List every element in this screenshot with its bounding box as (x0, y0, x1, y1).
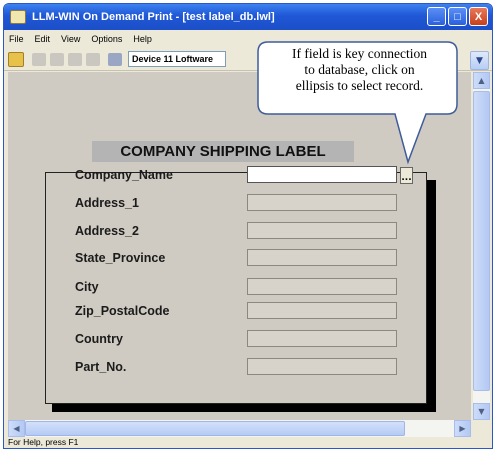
vertical-scrollbar[interactable]: ▲ ▼ (473, 72, 490, 420)
menu-file[interactable]: File (9, 34, 24, 44)
callout-line: to database, click on (304, 62, 415, 77)
field-label-state-province: State_Province (75, 251, 166, 265)
callout-text: If field is key connection to database, … (262, 46, 457, 94)
device-select[interactable]: Device 11 Loftware (128, 51, 226, 67)
city-input[interactable] (247, 278, 397, 295)
part-no-input[interactable] (247, 358, 397, 375)
app-icon (10, 10, 26, 24)
open-folder-icon[interactable] (8, 51, 24, 67)
field-label-address-2: Address_2 (75, 224, 139, 238)
menu-bar: File Edit View Options Help (4, 30, 492, 47)
state-province-input[interactable] (247, 249, 397, 266)
status-bar: For Help, press F1 (8, 437, 79, 447)
company-name-input[interactable] (247, 166, 397, 183)
field-label-country: Country (75, 332, 123, 346)
print-icon[interactable] (86, 52, 100, 66)
horizontal-scroll-thumb[interactable] (25, 421, 405, 436)
menu-edit[interactable]: Edit (35, 34, 51, 44)
field-label-company-name: Company_Name (75, 168, 173, 182)
vertical-scroll-thumb[interactable] (473, 91, 490, 391)
title-bar[interactable]: LLM-WIN On Demand Print - [test label_db… (4, 4, 492, 30)
field-label-zip-postal-code: Zip_PostalCode (75, 304, 170, 318)
menu-view[interactable]: View (61, 34, 80, 44)
country-input[interactable] (247, 330, 397, 347)
print-icon[interactable] (68, 52, 82, 66)
scroll-right-icon[interactable]: ▶ (454, 420, 471, 437)
print-icon[interactable] (32, 52, 46, 66)
menu-options[interactable]: Options (91, 34, 122, 44)
label-title: COMPANY SHIPPING LABEL (92, 141, 354, 162)
scroll-up-icon[interactable]: ▲ (473, 72, 490, 89)
field-label-address-1: Address_1 (75, 196, 139, 210)
address-2-input[interactable] (247, 222, 397, 239)
menu-help[interactable]: Help (133, 34, 152, 44)
callout-line: ellipsis to select record. (295, 78, 424, 93)
maximize-button[interactable]: □ (448, 7, 467, 26)
field-label-city: City (75, 280, 99, 294)
chevron-down-icon[interactable]: ▼ (470, 51, 489, 70)
print-icon[interactable] (50, 52, 64, 66)
address-1-input[interactable] (247, 194, 397, 211)
printer-icon[interactable] (108, 52, 122, 66)
scroll-left-icon[interactable]: ◀ (8, 420, 25, 437)
minimize-button[interactable]: _ (427, 7, 446, 26)
ellipsis-button[interactable]: ... (400, 167, 413, 184)
window-title: LLM-WIN On Demand Print - [test label_db… (32, 11, 275, 23)
scroll-down-icon[interactable]: ▼ (473, 403, 490, 420)
callout-line: If field is key connection (292, 46, 427, 61)
field-label-part-no: Part_No. (75, 360, 127, 374)
horizontal-scrollbar[interactable]: ◀ ▶ (8, 420, 471, 437)
close-button[interactable]: X (469, 7, 488, 26)
zip-postal-code-input[interactable] (247, 302, 397, 319)
